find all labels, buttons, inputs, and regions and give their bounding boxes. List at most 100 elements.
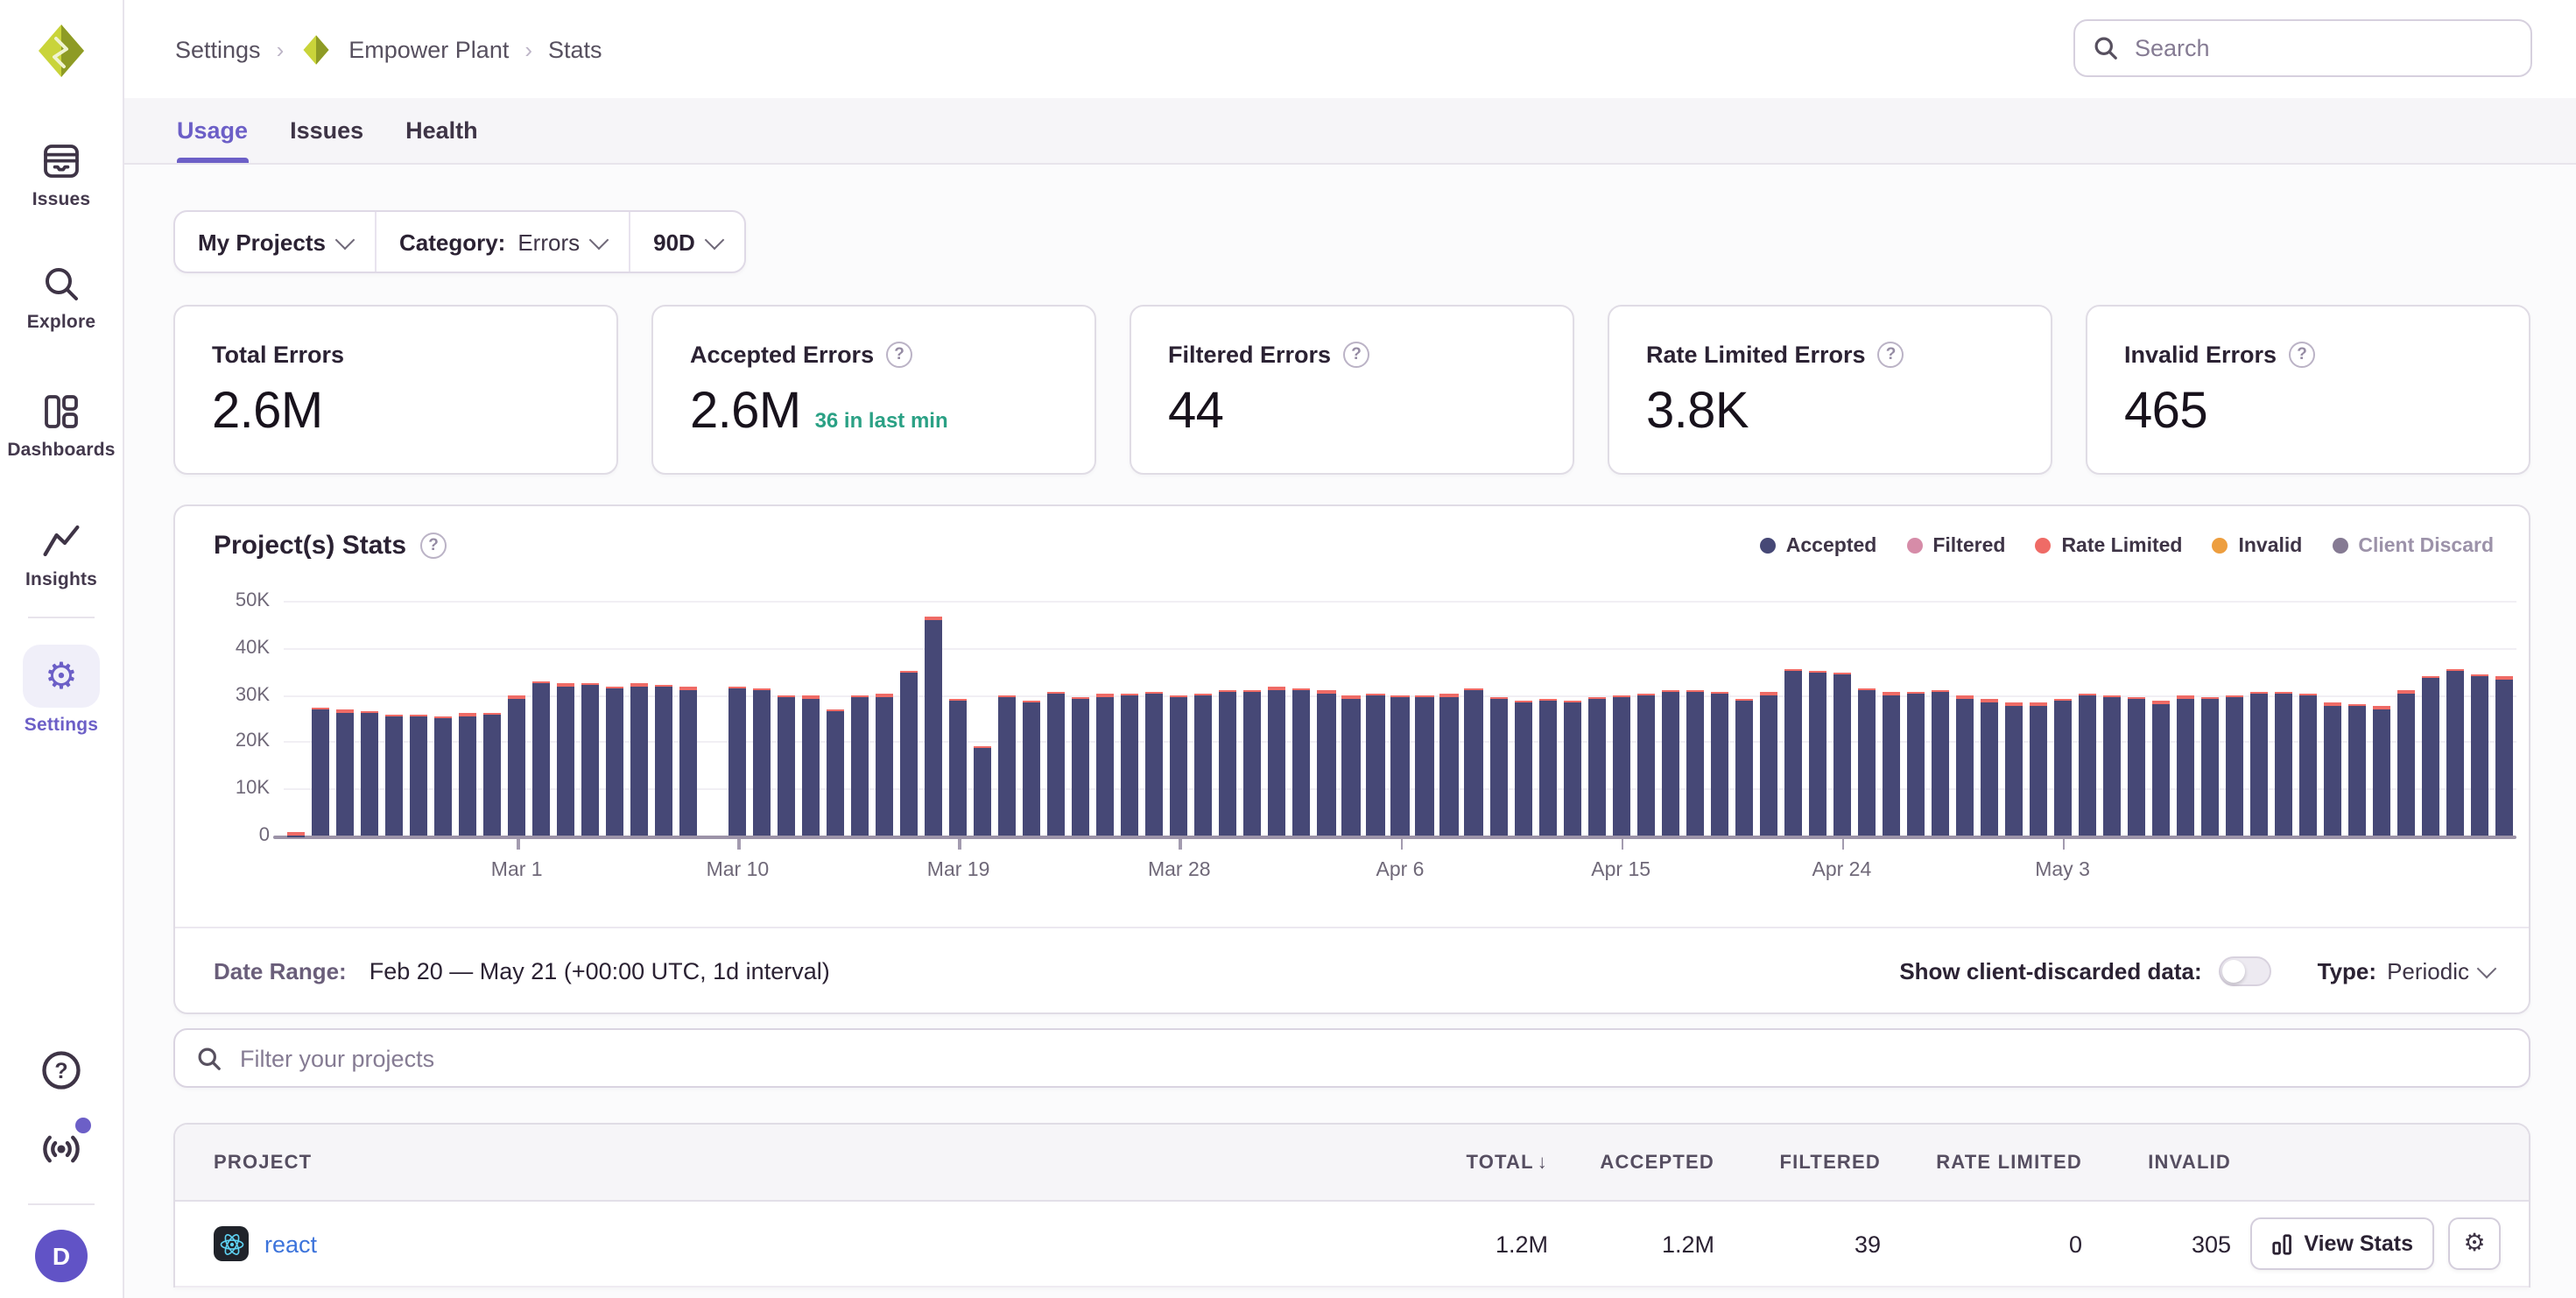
x-axis-tick — [959, 839, 961, 850]
breadcrumb-org[interactable]: Empower Plant — [348, 36, 509, 62]
card-label: Invalid Errors — [2124, 342, 2277, 368]
sidebar-item-issues[interactable]: Issues — [0, 140, 123, 210]
card-value: 2.6M — [212, 384, 323, 441]
legend-item-accepted[interactable]: Accepted — [1760, 535, 1877, 556]
settings-active-pill: ⚙ — [23, 645, 100, 708]
col-total[interactable]: TOTAL↓ — [1373, 1152, 1548, 1173]
search-icon — [2093, 35, 2119, 61]
client-discard-toggle[interactable] — [2220, 956, 2272, 986]
projects-filter-dropdown[interactable]: My Projects — [175, 212, 377, 272]
chevron-right-icon: › — [524, 36, 532, 62]
x-axis-tick — [2063, 839, 2066, 850]
chart-bar — [287, 833, 305, 836]
chart-bar — [975, 745, 992, 836]
projects-filter-label: My Projects — [198, 229, 326, 255]
y-axis-label: 0 — [259, 825, 270, 846]
category-filter-dropdown[interactable]: Category: Errors — [377, 212, 630, 272]
y-axis-label: 40K — [236, 638, 270, 659]
help-icon[interactable]: ? — [420, 533, 447, 559]
help-icon[interactable]: ? — [1878, 342, 1904, 368]
user-avatar[interactable]: D — [35, 1230, 88, 1282]
tab-health[interactable]: Health — [405, 98, 478, 163]
insights-chart-icon — [0, 520, 123, 562]
x-axis-label: Mar 28 — [1148, 860, 1211, 881]
card-invalid-errors: Invalid Errors ? 465 — [2086, 305, 2530, 475]
period-filter-dropdown[interactable]: 90D — [630, 212, 744, 272]
legend-dot — [2035, 538, 2051, 554]
x-axis-tick — [1621, 839, 1623, 850]
project-settings-button[interactable]: ⚙ — [2448, 1217, 2501, 1270]
col-rate-limited[interactable]: RATE LIMITED — [1881, 1152, 2082, 1173]
bar-chart-icon — [2270, 1232, 2293, 1255]
search-input[interactable] — [2131, 33, 2513, 63]
sidebar-item-label: Dashboards — [0, 440, 123, 461]
y-axis-label: 10K — [236, 778, 270, 799]
tab-usage[interactable]: Usage — [177, 98, 248, 163]
gear-icon: ⚙ — [2463, 1231, 2485, 1256]
card-value: 465 — [2124, 384, 2207, 441]
notification-dot — [75, 1118, 91, 1133]
legend-item-filtered[interactable]: Filtered — [1906, 535, 2005, 556]
legend-dot — [2332, 538, 2347, 554]
legend-label: Accepted — [1786, 535, 1877, 556]
magnifier-icon — [0, 263, 123, 305]
legend-label: Rate Limited — [2061, 535, 2182, 556]
legend-item-client-discard[interactable]: Client Discard — [2332, 535, 2494, 556]
col-accepted[interactable]: ACCEPTED — [1548, 1152, 1714, 1173]
content: My Projects Category: Errors 90D Total — [124, 165, 2576, 1287]
category-label: Category: — [399, 229, 505, 255]
sidebar-item-settings[interactable]: ⚙ Settings — [0, 645, 123, 736]
x-axis-label: Apr 6 — [1376, 860, 1425, 881]
card-value: 3.8K — [1646, 384, 1749, 441]
legend-item-invalid[interactable]: Invalid — [2212, 535, 2302, 556]
view-stats-button[interactable]: View Stats — [2249, 1217, 2434, 1270]
sidebar-item-dashboards[interactable]: Dashboards — [0, 391, 123, 461]
cell-total: 1.2M — [1373, 1231, 1548, 1257]
x-axis-tick — [1400, 839, 1403, 850]
help-icon[interactable]: ? — [1343, 342, 1369, 368]
help-icon[interactable]: ? — [886, 342, 912, 368]
x-axis-label: Apr 15 — [1591, 860, 1650, 881]
legend-label: Client Discard — [2358, 535, 2494, 556]
category-value: Errors — [517, 229, 580, 255]
card-total-errors: Total Errors 2.6M — [173, 305, 618, 475]
sidebar-item-label: Explore — [0, 312, 123, 333]
col-filtered[interactable]: FILTERED — [1714, 1152, 1881, 1173]
project-filter[interactable] — [173, 1028, 2530, 1088]
x-axis-tick — [1179, 839, 1182, 850]
chart-legend: Accepted Filtered Rate Limited Invalid Clien… — [1760, 535, 2494, 556]
sidebar-divider — [28, 1203, 95, 1205]
org-logo-icon[interactable] — [32, 21, 91, 81]
tab-issues[interactable]: Issues — [290, 98, 363, 163]
type-value: Periodic — [2387, 958, 2469, 984]
project-link[interactable]: react — [264, 1231, 317, 1257]
type-dropdown[interactable]: Type: Periodic — [2318, 958, 2494, 984]
legend-item-rate-limited[interactable]: Rate Limited — [2035, 535, 2182, 556]
help-icon[interactable]: ? — [2289, 342, 2315, 368]
col-invalid[interactable]: INVALID — [2082, 1152, 2231, 1173]
card-label: Filtered Errors — [1168, 342, 1331, 368]
period-value: 90D — [653, 229, 695, 255]
sidebar-item-insights[interactable]: Insights — [0, 520, 123, 590]
y-axis-label: 20K — [236, 731, 270, 752]
app-window: Issues Explore Dashboards — [0, 0, 2576, 1298]
y-axis-label: 30K — [236, 684, 270, 705]
card-subvalue: 36 in last min — [815, 408, 948, 433]
chevron-right-icon: › — [277, 36, 285, 62]
legend-dot — [1906, 538, 1922, 554]
toggle-knob — [2223, 960, 2246, 983]
legend-dot — [1760, 538, 1776, 554]
chevron-down-icon — [705, 229, 725, 250]
sidebar-item-explore[interactable]: Explore — [0, 263, 123, 333]
card-label: Rate Limited Errors — [1646, 342, 1866, 368]
project-filter-input[interactable] — [236, 1043, 2508, 1073]
x-axis-label: Apr 24 — [1812, 860, 1871, 881]
x-axis-label: May 3 — [2035, 860, 2090, 881]
global-search[interactable] — [2073, 19, 2532, 77]
react-platform-icon — [214, 1226, 249, 1261]
date-range-value: Feb 20 — May 21 (+00:00 UTC, 1d interval… — [370, 958, 830, 984]
broadcast-button[interactable] — [0, 1126, 123, 1181]
breadcrumb-settings[interactable]: Settings — [175, 36, 261, 62]
card-filtered-errors: Filtered Errors ? 44 — [1130, 305, 1574, 475]
help-button[interactable]: ? — [0, 1048, 123, 1102]
